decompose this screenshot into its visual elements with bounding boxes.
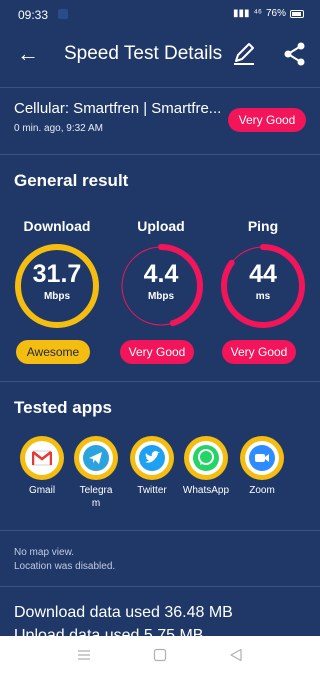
download-unit: Mbps bbox=[43, 291, 71, 302]
download-gauge: Download 31.7 Mbps Awesome bbox=[12, 218, 102, 364]
download-rating-badge: Awesome bbox=[16, 340, 90, 364]
signal-icon: ▮▮▮ bbox=[233, 8, 250, 19]
app-bar: ← Speed Test Details bbox=[0, 28, 320, 80]
ping-rating-badge: Very Good bbox=[222, 340, 296, 364]
divider bbox=[0, 530, 320, 531]
back-arrow-icon[interactable]: ← bbox=[14, 40, 42, 68]
battery-icon bbox=[290, 9, 304, 18]
ping-value: 44 bbox=[249, 260, 277, 288]
divider bbox=[0, 381, 320, 382]
app-name: WhatsApp bbox=[182, 485, 230, 496]
app-name: Telegram bbox=[79, 485, 113, 509]
ping-label: Ping bbox=[247, 218, 279, 234]
app-item-whatsapp[interactable]: WhatsApp bbox=[176, 436, 236, 497]
network-type: ⁴⁶ bbox=[253, 8, 262, 19]
upload-value: 4.4 bbox=[143, 260, 179, 288]
ping-gauge: Ping 44 ms Very Good bbox=[218, 218, 308, 364]
download-value: 31.7 bbox=[32, 260, 82, 288]
connection-time: 0 min. ago, 9:32 AM bbox=[14, 123, 103, 134]
twitter-icon bbox=[139, 445, 165, 471]
upload-unit: Mbps bbox=[147, 291, 175, 302]
divider bbox=[0, 87, 320, 88]
whatsapp-icon bbox=[193, 445, 219, 471]
status-icons: ▮▮▮ ⁴⁶ 76% bbox=[233, 8, 304, 19]
divider bbox=[0, 154, 320, 155]
upload-rating-badge: Very Good bbox=[120, 340, 194, 364]
app-item-gmail[interactable]: Gmail bbox=[12, 436, 72, 497]
connection-name: Cellular: Smartfren | Smartfre... bbox=[14, 100, 222, 117]
app-item-zoom[interactable]: Zoom bbox=[232, 436, 292, 497]
divider bbox=[0, 586, 320, 587]
upload-label: Upload bbox=[137, 218, 185, 234]
app-item-telegram[interactable]: Telegram bbox=[66, 436, 126, 510]
ping-unit: ms bbox=[255, 291, 271, 302]
app-name: Zoom bbox=[249, 485, 275, 496]
share-icon[interactable] bbox=[282, 40, 308, 68]
status-bar: 09:33 ▮▮▮ ⁴⁶ 76% bbox=[0, 0, 320, 28]
telegram-icon bbox=[83, 445, 109, 471]
home-square-icon[interactable] bbox=[153, 648, 167, 662]
sim-icon bbox=[58, 9, 68, 19]
gmail-icon bbox=[32, 450, 52, 466]
map-placeholder: No map view. Location was disabled. bbox=[14, 546, 115, 574]
tested-apps-title: Tested apps bbox=[14, 398, 112, 417]
download-label: Download bbox=[23, 218, 91, 234]
app-name: Gmail bbox=[28, 485, 56, 496]
back-triangle-icon[interactable] bbox=[229, 648, 243, 662]
zoom-icon bbox=[249, 445, 275, 471]
download-data-used: Download data used 36.48 MB bbox=[14, 604, 233, 621]
edit-pencil-icon[interactable] bbox=[230, 40, 258, 68]
app-name: Twitter bbox=[137, 485, 167, 496]
general-result-title: General result bbox=[14, 171, 129, 190]
page-title: Speed Test Details bbox=[64, 43, 223, 64]
location-disabled-text: Location was disabled. bbox=[14, 561, 116, 572]
status-time: 09:33 bbox=[18, 8, 49, 22]
upload-gauge: Upload 4.4 Mbps Very Good bbox=[116, 218, 206, 364]
menu-icon[interactable] bbox=[77, 648, 91, 662]
connection-rating-badge: Very Good bbox=[228, 108, 306, 132]
system-nav-bar bbox=[0, 636, 320, 675]
no-map-text: No map view. bbox=[14, 547, 75, 558]
app-item-twitter[interactable]: Twitter bbox=[122, 436, 182, 497]
connection-info: Cellular: Smartfren | Smartfre... 0 min.… bbox=[0, 100, 320, 150]
battery-percent: 76% bbox=[265, 8, 286, 19]
